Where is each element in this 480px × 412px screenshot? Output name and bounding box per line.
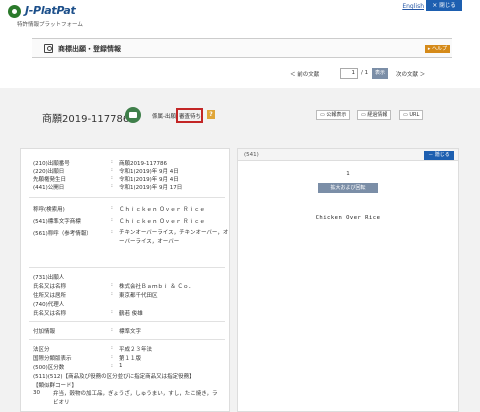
row-label: (210)出願番号 — [33, 161, 70, 167]
divider — [29, 197, 225, 198]
close-window-button[interactable]: × 閉じる — [426, 0, 462, 11]
row-value: 株式会社Ｂａｍｂｉ ＆ Ｃｏ． — [119, 284, 194, 290]
status-value: 審査待ち — [179, 114, 202, 120]
colon: : — [111, 363, 113, 369]
row-label: 国際分類版表示 — [33, 356, 72, 362]
row-value: 令和1(2019)年 9月 4日 — [119, 169, 179, 175]
row-label: 氏名又は名称 — [33, 311, 67, 317]
colon: : — [111, 217, 113, 223]
colon: : — [111, 229, 113, 235]
colon: : — [111, 175, 113, 181]
divider — [29, 339, 225, 340]
help-label: ヘルプ — [431, 46, 447, 52]
row-value: 第１１版 — [119, 356, 142, 362]
zoom-rotate-button[interactable]: 拡大および回転 — [318, 183, 378, 193]
colon: : — [111, 282, 113, 288]
divider — [29, 267, 225, 268]
row-label: (541)標準文字商標 — [33, 219, 81, 225]
row-label: 法区分 — [33, 347, 50, 353]
row-value: 東京都千代田区 — [119, 293, 158, 299]
close-icon: × — [432, 2, 438, 9]
next-document-link[interactable]: 次の文献 ＞ — [396, 70, 425, 78]
agent-heading: (740)代理人 — [33, 302, 65, 308]
class-number: 30 — [33, 390, 40, 396]
top-bar: J-PlatPat 特許情報プラットフォーム English × 閉じる — [0, 0, 480, 30]
close-label: 閉じる — [439, 3, 456, 9]
document-pager: ＜ 前の文献 1 / 1 表示 次の文献 ＞ — [290, 68, 460, 80]
row-value: 1 — [119, 363, 123, 369]
jplatpat-logo[interactable]: J-PlatPat 特許情報プラットフォーム — [8, 3, 88, 29]
row-label: (220)出願日 — [33, 169, 65, 175]
url-label: URL — [409, 112, 420, 118]
status-label: 係属-出願 — [152, 114, 176, 120]
divider — [29, 321, 225, 322]
title-band: 商標出願・登録情報 ▸ ヘルプ — [32, 38, 452, 58]
row-label: 付加情報 — [33, 329, 56, 335]
show-button[interactable]: 表示 — [372, 68, 388, 79]
colon: : — [111, 309, 113, 315]
image-page-number: 1 — [346, 171, 350, 177]
english-link[interactable]: English — [402, 3, 424, 10]
row-value: 令和1(2019)年 9月 17日 — [119, 185, 183, 191]
row-value: チキンオーバーライス，チキンオーバー，オーバーライス，オーバー — [119, 230, 229, 245]
detail-row: (561)称呼（参考情報）: チキンオーバーライス，チキンオーバー，オーバーライス… — [33, 229, 233, 257]
row-value: Ｃｈｉｃｋｅｎ Ｏｖｅｒ Ｒｉｃｅ — [119, 207, 205, 213]
row-label: 氏名又は名称 — [33, 284, 67, 290]
logo-text: J-PlatPat — [25, 4, 76, 17]
gazette-label: 公報表示 — [326, 112, 347, 118]
row-value: Ｃｈｉｃｋｅｎ Ｏｖｅｒ Ｒｉｃｅ — [119, 219, 205, 225]
colon: : — [111, 167, 113, 173]
trademark-text: Chicken Over Rice — [315, 215, 381, 221]
row-label: (561)称呼（参考情報） — [33, 231, 92, 237]
mark-image-panel: (541) － 隠じる 1 拡大および回転 Chicken Over Rice — [237, 148, 459, 412]
colon: : — [111, 205, 113, 211]
progress-info-button[interactable]: ▭ 経過情報 — [357, 110, 392, 120]
colon: : — [111, 159, 113, 165]
row-value: 商願2019-117786 — [119, 161, 167, 167]
page-total: / 1 — [361, 70, 369, 76]
row-label: 先願権発生日 — [33, 177, 67, 183]
row-value: 令和1(2019)年 9月 4日 — [119, 177, 179, 183]
panel-header: (541) － 隠じる — [238, 149, 458, 161]
logo-subtitle: 特許情報プラットフォーム — [17, 22, 83, 28]
colon: : — [111, 327, 113, 333]
row-label: 称呼(検索用) — [33, 207, 65, 213]
goods-heading: (511)(512)【商品及び役務の区分並びに指定商品又は指定役務】 — [33, 374, 195, 380]
search-document-icon — [44, 44, 53, 53]
row-value: 平成２３年法 — [119, 347, 153, 353]
colon: : — [111, 183, 113, 189]
application-number: 商願2019-117786 — [42, 114, 130, 125]
logo-circle-icon — [8, 5, 21, 18]
progress-label: 経過情報 — [367, 112, 388, 118]
page-title: 商標出願・登録情報 — [58, 45, 121, 53]
row-label: (500)区分数 — [33, 365, 65, 371]
panel-label: (541) — [244, 152, 259, 158]
question-icon[interactable]: ? — [207, 110, 215, 119]
row-label: 住所又は居所 — [33, 293, 67, 299]
page-number-input[interactable]: 1 — [340, 68, 358, 79]
colon: : — [111, 345, 113, 351]
details-panel: (210)出願番号: 商願2019-117786 (220)出願日: 令和1(201… — [20, 148, 230, 412]
row-value: 標準文字 — [119, 329, 142, 335]
colon: : — [111, 291, 113, 297]
class-goods-text: 弁当，穀物の加工品，ぎょうざ，しゅうまい，すし，たこ焼き，ラビオリ — [53, 391, 218, 406]
url-button[interactable]: ▭ URL — [399, 110, 424, 120]
prev-document-link[interactable]: ＜ 前の文献 — [290, 70, 319, 78]
folder-icon — [125, 107, 141, 123]
row-value: 鶴若 俊雄 — [119, 311, 143, 317]
help-button[interactable]: ▸ ヘルプ — [424, 45, 450, 53]
class-code-heading: 【類似群コード】 — [33, 383, 78, 389]
hide-panel-button[interactable]: － 隠じる — [424, 151, 454, 160]
colon: : — [111, 354, 113, 360]
gazette-button[interactable]: ▭ 公報表示 — [316, 110, 351, 120]
row-label: (441)公開日 — [33, 185, 65, 191]
applicant-heading: (731)出願人 — [33, 275, 65, 281]
